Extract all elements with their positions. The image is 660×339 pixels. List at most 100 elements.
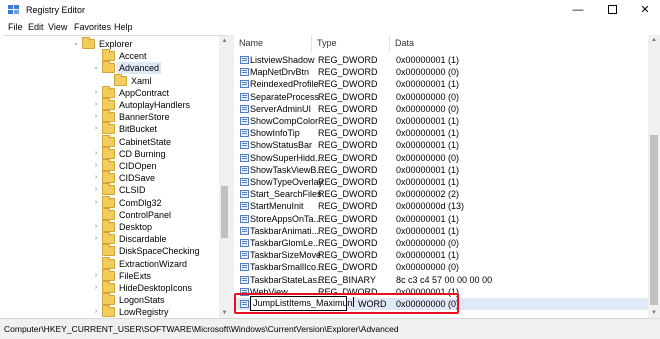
registry-values-list[interactable]: Name Type Data ListviewShadow REG_DWORD 0x…	[234, 35, 648, 318]
tree-item[interactable]: LogonStats	[3, 293, 219, 306]
column-header-data[interactable]: Data	[390, 35, 648, 52]
value-row[interactable]: ShowSuperHidd... REG_DWORD 0x00000000 (0)	[234, 152, 648, 164]
close-button[interactable]: ✕	[630, 0, 660, 20]
chevron-down-icon[interactable]: ⌄	[72, 38, 80, 50]
tree-item[interactable]: Xaml	[3, 73, 219, 87]
tree-item[interactable]: › FileExts	[3, 268, 219, 282]
tree-item-label: CD Burning	[119, 148, 166, 159]
chevron-right-icon[interactable]: ›	[92, 160, 100, 172]
tree-item[interactable]: › LowRegistry	[3, 305, 219, 318]
menu-edit[interactable]: Edit	[28, 22, 44, 32]
chevron-right-icon[interactable]: ›	[92, 111, 100, 123]
tree-item-label: ControlPanel	[119, 209, 172, 220]
value-data: 0x0000000d (13)	[396, 201, 465, 212]
tree-item[interactable]: › CD Burning	[3, 146, 219, 160]
column-header-type[interactable]: Type	[312, 35, 390, 52]
tree-item[interactable]: › AppContract	[3, 85, 219, 99]
menu-file[interactable]: File	[8, 22, 23, 32]
chevron-right-icon[interactable]: ›	[92, 233, 100, 245]
tree-item[interactable]: › ComDlg32	[3, 195, 219, 209]
tree-scrollbar[interactable]: ▲ ▼	[219, 36, 230, 318]
value-row[interactable]: ShowStatusBar REG_DWORD 0x00000001 (1)	[234, 139, 648, 151]
value-row[interactable]: ShowTypeOverlay REG_DWORD 0x00000001 (1)	[234, 176, 648, 188]
chevron-right-icon[interactable]: ›	[92, 87, 100, 99]
column-header-name[interactable]: Name	[234, 35, 312, 52]
registry-app-icon	[8, 5, 19, 14]
tree-item[interactable]: ⌄ Explorer	[3, 37, 219, 50]
value-row[interactable]: ListviewShadow REG_DWORD 0x00000001 (1)	[234, 54, 648, 66]
scroll-up-icon[interactable]: ▲	[219, 36, 230, 46]
value-type: REG_DWORD	[318, 116, 378, 126]
value-row[interactable]: Start_SearchFiles REG_DWORD 0x00000002 (2)	[234, 188, 648, 200]
value-name: ShowStatusBar	[250, 140, 313, 151]
value-row[interactable]: StartMenuInit REG_DWORD 0x0000000d (13)	[234, 200, 648, 212]
chevron-down-icon[interactable]: ⌄	[92, 62, 100, 74]
value-row[interactable]: TaskbarSmallIco... REG_DWORD 0x00000000 (0…	[234, 261, 648, 273]
chevron-right-icon[interactable]: ›	[92, 99, 100, 111]
value-name: ShowInfoTip	[250, 128, 300, 139]
registry-key-tree[interactable]: ⌄ Explorer Accent ⌄ Advanced Xaml › AppContract…	[3, 35, 229, 318]
chevron-right-icon[interactable]: ›	[92, 270, 100, 282]
chevron-right-icon[interactable]: ›	[92, 282, 100, 294]
tree-item[interactable]: DiskSpaceChecking	[3, 244, 219, 257]
tree-item[interactable]: › CIDOpen	[3, 159, 219, 172]
registry-value-icon	[240, 251, 249, 260]
folder-icon	[102, 122, 115, 135]
chevron-right-icon[interactable]: ›	[92, 306, 100, 318]
value-row[interactable]: ReindexedProfile REG_DWORD 0x00000001 (1)	[234, 78, 648, 90]
chevron-right-icon[interactable]: ›	[92, 123, 100, 135]
value-row[interactable]: MapNetDrvBtn REG_DWORD 0x00000000 (0)	[234, 66, 648, 78]
value-row[interactable]: TaskbarSizeMove REG_DWORD 0x00000001 (1)	[234, 249, 648, 261]
status-bar: Computer\HKEY_CURRENT_USER\SOFTWARE\Micr…	[0, 318, 660, 339]
tree-item[interactable]: › BannerStore	[3, 110, 219, 123]
tree-item-label: DiskSpaceChecking	[119, 246, 200, 257]
scroll-thumb[interactable]	[650, 135, 658, 305]
tree-item-label: CIDSave	[119, 173, 156, 184]
chevron-right-icon[interactable]: ›	[92, 184, 100, 196]
value-data: 0x00000001 (1)	[396, 116, 460, 126]
tree-item[interactable]: › Discardable	[3, 232, 219, 245]
tree-item[interactable]: › BitBucket	[3, 122, 219, 135]
scroll-down-icon[interactable]: ▼	[648, 308, 660, 318]
value-type: REG_DWORD	[318, 91, 378, 102]
value-row[interactable]: ShowInfoTip REG_DWORD 0x00000001 (1)	[234, 127, 648, 139]
value-row[interactable]: StoreAppsOnTa... REG_DWORD 0x00000001 (1)	[234, 213, 648, 225]
chevron-right-icon[interactable]: ›	[92, 148, 100, 160]
chevron-right-icon[interactable]: ›	[92, 172, 100, 184]
tree-item[interactable]: › AutoplayHandlers	[3, 98, 219, 111]
tree-item-label: FileExts	[119, 270, 152, 281]
tree-item[interactable]: ExtractionWizard	[3, 256, 219, 270]
value-row[interactable]: TaskbarStateLas... REG_BINARY 8c c3 c4 57 …	[234, 274, 648, 286]
value-data: 0x00000000 (0)	[396, 67, 460, 78]
maximize-button[interactable]	[597, 0, 627, 20]
values-scrollbar[interactable]: ▲ ▼	[648, 35, 660, 318]
value-row[interactable]: ShowTaskViewB... REG_DWORD 0x00000001 (1)	[234, 164, 648, 176]
tree-item[interactable]: ControlPanel	[3, 207, 219, 221]
minimize-button[interactable]: —	[563, 0, 593, 20]
tree-item[interactable]: CabinetState	[3, 134, 219, 148]
chevron-right-icon[interactable]: ›	[92, 197, 100, 209]
value-row[interactable]: SeparateProcess REG_DWORD 0x00000000 (0)	[234, 91, 648, 103]
menu-favorites[interactable]: Favorites	[74, 22, 111, 32]
value-data: 0x00000001 (1)	[396, 79, 460, 90]
value-data: 0x00000001 (1)	[396, 164, 460, 175]
scroll-up-icon[interactable]: ▲	[648, 35, 660, 45]
chevron-right-icon[interactable]: ›	[92, 221, 100, 233]
scroll-down-icon[interactable]: ▼	[219, 308, 230, 318]
scroll-thumb[interactable]	[221, 186, 228, 238]
value-row[interactable]: TaskbarGlomLe... REG_DWORD 0x00000000 (0)	[234, 237, 648, 249]
value-row[interactable]: ServerAdminUI REG_DWORD 0x00000000 (0)	[234, 103, 648, 115]
value-type: REG_DWORD	[318, 201, 378, 212]
tree-item[interactable]: › CIDSave	[3, 171, 219, 184]
menu-help[interactable]: Help	[114, 22, 133, 32]
value-row[interactable]: ShowCompColor REG_DWORD 0x00000001 (1)	[234, 115, 648, 127]
tree-item-label: ComDlg32	[119, 197, 162, 208]
folder-icon	[102, 49, 115, 62]
tree-item[interactable]: Accent	[3, 49, 219, 62]
tree-item[interactable]: ⌄ Advanced	[3, 61, 219, 75]
tree-item[interactable]: › Desktop	[3, 220, 219, 233]
menu-view[interactable]: View	[48, 22, 67, 32]
tree-item[interactable]: › HideDesktopIcons	[3, 281, 219, 294]
tree-item[interactable]: › CLSID	[3, 183, 219, 196]
value-row[interactable]: TaskbarAnimati... REG_DWORD 0x00000001 (1)	[234, 225, 648, 237]
